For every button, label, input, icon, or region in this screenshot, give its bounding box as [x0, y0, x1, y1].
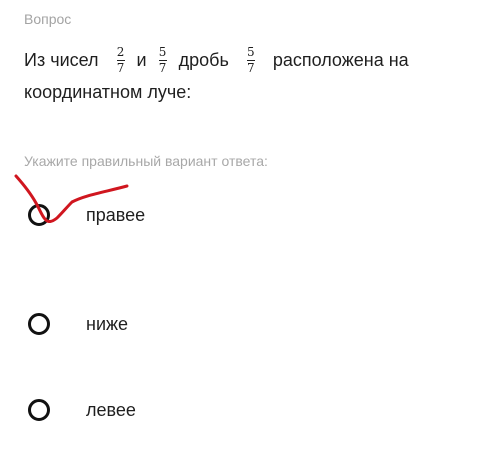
- radio-button[interactable]: [28, 313, 50, 335]
- fraction-1: 2 7: [116, 44, 125, 75]
- answer-option-left[interactable]: левее: [28, 388, 328, 432]
- fraction-1-numerator: 2: [116, 44, 125, 59]
- answer-option-label: левее: [86, 399, 136, 420]
- fraction-2: 5 7: [158, 44, 167, 75]
- fraction-2-numerator: 5: [158, 44, 167, 59]
- answer-option-label: правее: [86, 204, 146, 225]
- answer-option-right[interactable]: правее: [28, 193, 328, 237]
- radio-button[interactable]: [28, 399, 50, 421]
- fraction-3-numerator: 5: [247, 44, 255, 59]
- fraction-1-denominator: 7: [116, 60, 125, 75]
- question-text-line1: Из чисел 2 7 и 5 7 дробь 5 7 расположена…: [24, 43, 409, 77]
- question-text-part2: и: [136, 49, 147, 70]
- answer-option-label: ниже: [86, 313, 129, 334]
- question-text-part1: Из чисел: [24, 49, 99, 70]
- answer-hint: Укажите правильный вариант ответа:: [24, 153, 268, 169]
- fraction-2-denominator: 7: [158, 60, 167, 75]
- fraction-3: 5 7: [246, 44, 255, 75]
- fraction-3-denominator: 7: [247, 60, 255, 75]
- question-text-line2: координатном луче:: [24, 81, 192, 102]
- answer-option-below[interactable]: ниже: [28, 302, 328, 346]
- question-text-part3: дробь: [178, 49, 229, 70]
- question-label: Вопрос: [24, 11, 72, 27]
- radio-button[interactable]: [28, 204, 50, 226]
- question-text-part4: расположена на: [272, 49, 409, 70]
